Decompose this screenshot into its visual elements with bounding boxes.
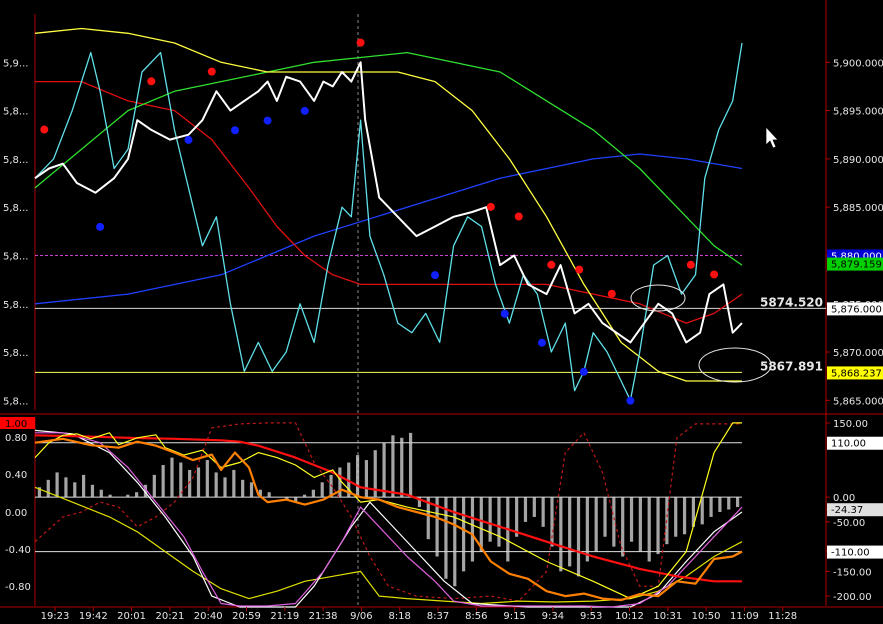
osc-right-tick-label: 0.00 — [833, 493, 855, 504]
swing-high-marker — [147, 77, 156, 86]
osc-right-tick-label: -150.00 — [833, 567, 872, 578]
x-tick-label: 20:59 — [232, 611, 261, 622]
osc-value-tag-label: -110.00 — [831, 548, 870, 559]
osc-value-tag-label: 110.00 — [831, 439, 866, 450]
price-left-tick-label: 5,9... — [3, 58, 28, 69]
swing-high-marker — [575, 265, 584, 274]
x-tick-label: 20:01 — [117, 611, 146, 622]
price-left-tick-label: 5,8... — [3, 251, 28, 262]
swing-high-marker — [710, 270, 719, 279]
swing-low-marker — [500, 309, 509, 318]
price-right-tick-label: 5,885.000 — [833, 203, 883, 214]
swing-high-marker — [607, 289, 616, 298]
osc-value-tag-label: -24.37 — [831, 505, 863, 516]
x-tick-label: 9:15 — [503, 611, 525, 622]
x-tick-label: 9:53 — [580, 611, 602, 622]
price-value-tag-label: 5,876.000 — [831, 304, 882, 315]
level-annotation-label: 5867.891 — [760, 359, 823, 373]
price-left-tick-label: 5,8... — [3, 348, 28, 359]
swing-low-marker — [263, 116, 272, 125]
x-tick-label: 9/06 — [350, 611, 372, 622]
swing-high-marker — [486, 202, 495, 211]
swing-low-marker — [537, 338, 546, 347]
price-left-tick-label: 5,8... — [3, 300, 28, 311]
background — [0, 0, 883, 624]
x-tick-label: 10:31 — [653, 611, 682, 622]
x-tick-label: 20:40 — [194, 611, 223, 622]
swing-high-marker — [514, 212, 523, 221]
osc-right-tick-label: -200.00 — [833, 592, 872, 603]
x-tick-label: 21:38 — [309, 611, 338, 622]
swing-high-marker — [686, 260, 695, 269]
price-value-tag-label: 5,879.159 — [831, 260, 882, 271]
swing-low-marker — [626, 396, 635, 405]
x-tick-label: 11:28 — [768, 611, 797, 622]
x-tick-label: 8:56 — [465, 611, 487, 622]
price-right-tick-label: 5,870.000 — [833, 348, 883, 359]
osc-right-tick-label: 150.00 — [833, 419, 868, 430]
x-tick-label: 20:21 — [155, 611, 184, 622]
x-tick-label: 19:23 — [41, 611, 70, 622]
price-right-tick-label: 5,900.000 — [833, 58, 883, 69]
x-tick-label: 10:50 — [692, 611, 721, 622]
x-tick-label: 19:42 — [79, 611, 108, 622]
swing-high-marker — [547, 260, 556, 269]
osc-left-value-tag-label: 1.00 — [5, 419, 27, 430]
price-right-tick-label: 5,890.000 — [833, 155, 883, 166]
price-right-tick-label: 5,865.000 — [833, 396, 883, 407]
swing-low-marker — [300, 106, 309, 115]
x-tick-label: 9:34 — [542, 611, 564, 622]
chart-canvas: 5,900.000 5,9... 5,895.000 5,8... 5,890.000 5… — [0, 0, 883, 624]
osc-left-tick-label: 0.80 — [5, 433, 27, 444]
osc-left-tick-label: 0.00 — [5, 508, 27, 519]
swing-low-marker — [231, 126, 240, 135]
x-tick-label: 11:09 — [730, 611, 759, 622]
osc-right-tick-label: -50.00 — [833, 518, 865, 529]
price-left-tick-label: 5,8... — [3, 107, 28, 118]
price-left-tick-label: 5,8... — [3, 203, 28, 214]
level-annotation-label: 5874.520 — [760, 295, 823, 309]
x-tick-label: 21:19 — [270, 611, 299, 622]
price-left-tick-label: 5,8... — [3, 396, 28, 407]
swing-low-marker — [96, 222, 105, 231]
price-left-tick-label: 5,8... — [3, 155, 28, 166]
osc-left-tick-label: -0.40 — [5, 545, 31, 556]
x-tick-label: 10:12 — [615, 611, 644, 622]
price-value-tag-label: 5,868.237 — [831, 368, 882, 379]
swing-high-marker — [356, 38, 365, 47]
swing-low-marker — [431, 271, 440, 280]
swing-high-marker — [207, 67, 216, 76]
swing-low-marker — [579, 367, 588, 376]
swing-low-marker — [184, 135, 193, 144]
osc-left-tick-label: -0.80 — [5, 582, 31, 593]
x-tick-label: 8:37 — [427, 611, 449, 622]
price-right-tick-label: 5,895.000 — [833, 107, 883, 118]
x-tick-label: 8:18 — [388, 611, 410, 622]
osc-left-tick-label: 0.40 — [5, 470, 27, 481]
swing-high-marker — [40, 125, 49, 134]
